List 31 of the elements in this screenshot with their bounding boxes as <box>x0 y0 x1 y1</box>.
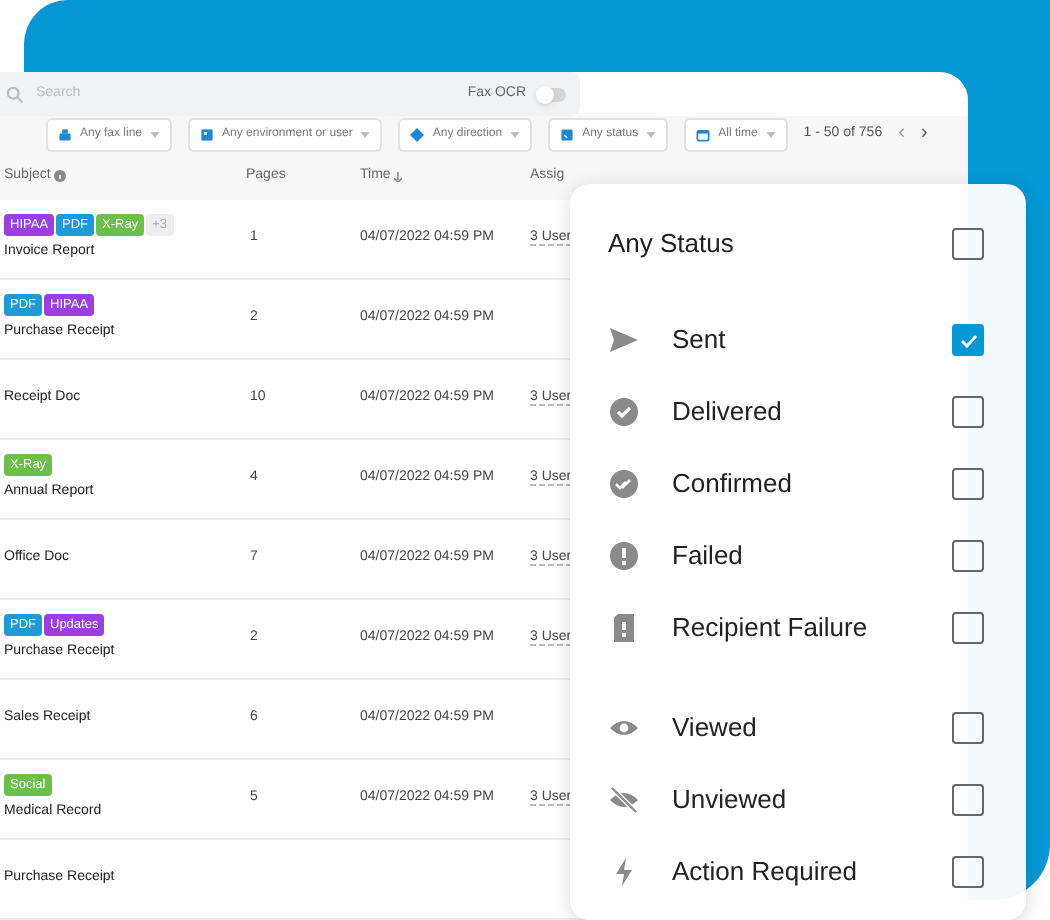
menu-option-label[interactable]: Unviewed <box>672 780 952 820</box>
next-page-button[interactable]: › <box>920 124 928 144</box>
filter-icon <box>200 127 215 141</box>
menu-option-label[interactable]: Recipient Failure <box>672 608 952 648</box>
check-icon <box>959 333 977 347</box>
filter-icon <box>58 127 72 141</box>
menu-option-label[interactable]: Failed <box>672 536 952 576</box>
sort-arrow-icon <box>394 171 403 181</box>
info-icon <box>54 170 67 182</box>
filter-icon <box>410 127 425 141</box>
menu-option-label[interactable]: Sent <box>672 320 952 360</box>
send-icon <box>608 324 640 356</box>
menu-option-label[interactable]: Any Status <box>608 224 734 264</box>
menu-option-label[interactable]: Viewed <box>672 708 952 748</box>
caret-icon <box>510 131 521 137</box>
caret-icon <box>360 131 371 137</box>
warning-card-icon <box>608 612 640 644</box>
exclamation-circle-icon <box>608 540 640 572</box>
double-check-icon <box>608 468 640 500</box>
search-icon <box>6 85 24 103</box>
fax-ocr-toggle[interactable] <box>538 87 566 101</box>
menu-option-label[interactable]: Action Required <box>672 852 952 892</box>
caret-icon <box>646 131 657 137</box>
filter-icon <box>560 127 575 141</box>
filter-icon <box>696 127 711 141</box>
check-circle-icon <box>608 396 640 428</box>
menu-option-label[interactable]: Delivered <box>672 392 952 432</box>
caret-icon <box>765 131 776 137</box>
menu-option-label[interactable]: Confirmed <box>672 464 952 504</box>
eye-off-icon <box>608 784 640 816</box>
caret-icon <box>150 131 161 137</box>
